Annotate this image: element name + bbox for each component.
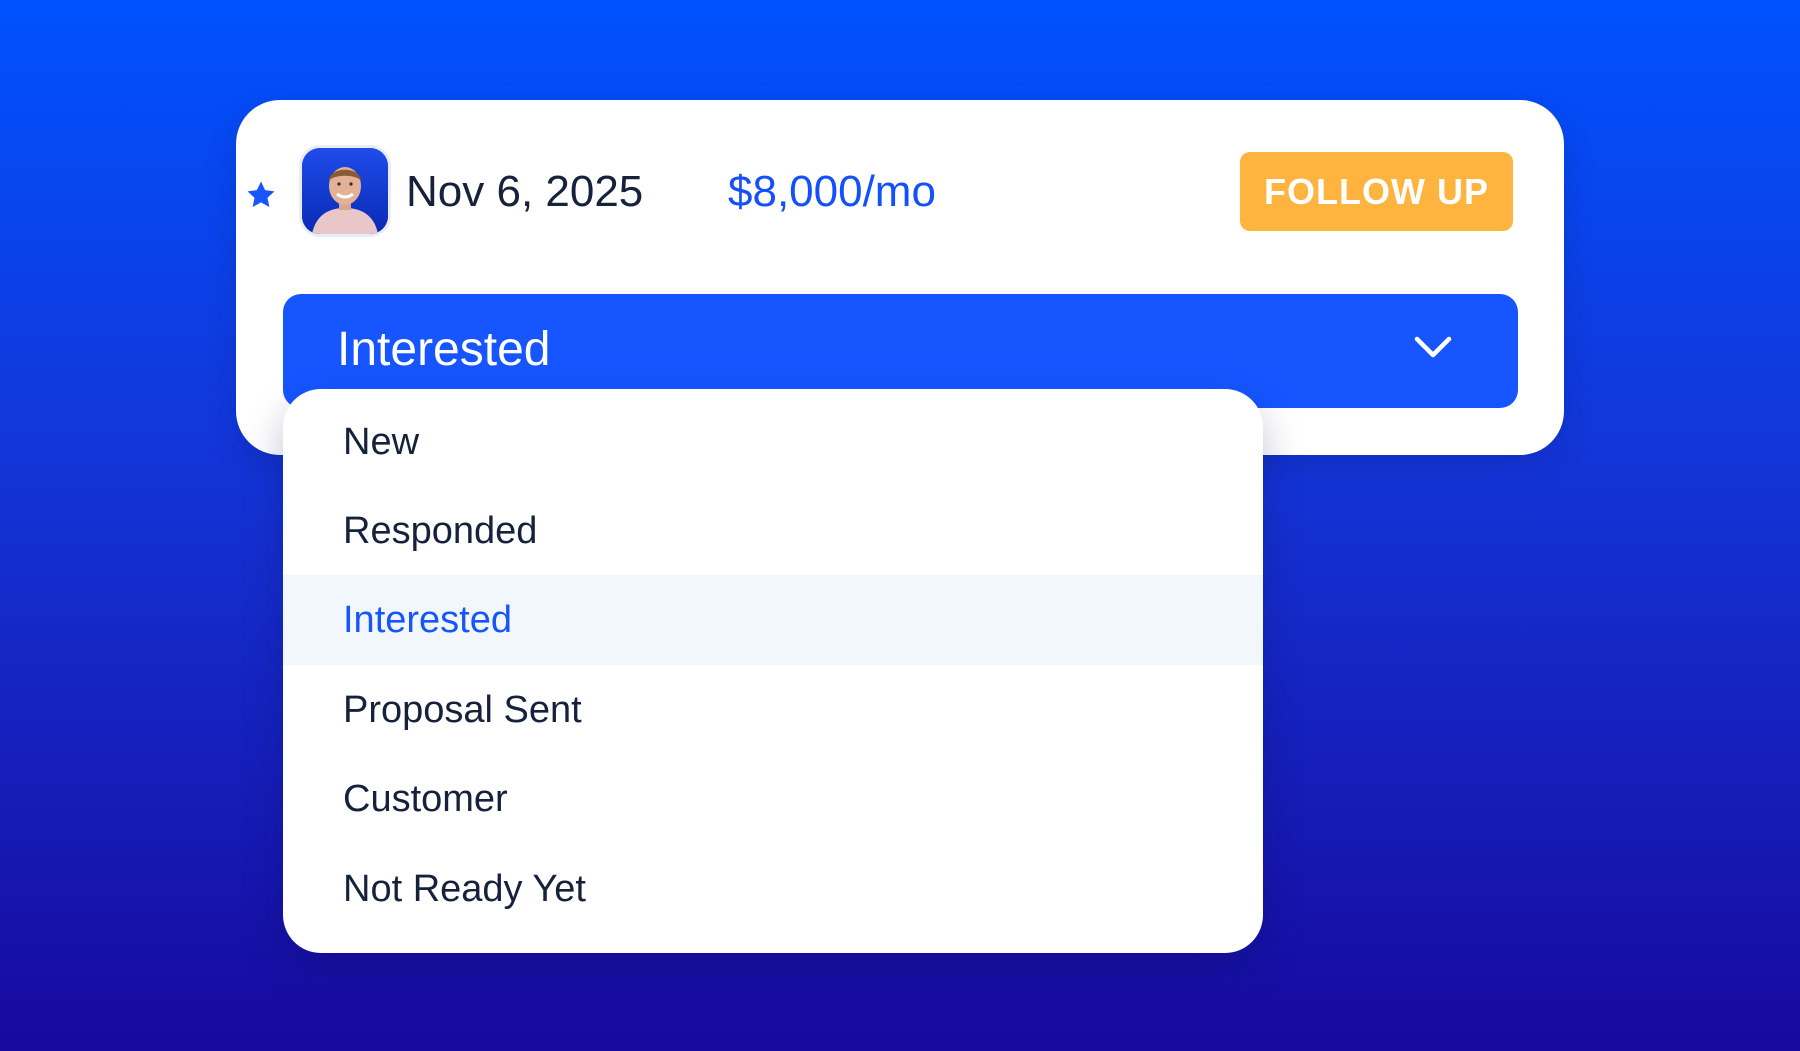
- status-option-not-ready-yet[interactable]: Not Ready Yet: [283, 844, 1263, 934]
- status-dropdown-menu: New Responded Interested Proposal Sent C…: [283, 389, 1263, 953]
- option-label: Not Ready Yet: [343, 868, 586, 910]
- status-select-value: Interested: [337, 323, 551, 376]
- status-option-new[interactable]: New: [283, 397, 1263, 487]
- option-label: Responded: [343, 510, 538, 552]
- status-option-customer[interactable]: Customer: [283, 754, 1263, 844]
- status-option-proposal-sent[interactable]: Proposal Sent: [283, 665, 1263, 755]
- option-label: New: [343, 421, 420, 463]
- lead-price: $8,000/mo: [728, 167, 936, 216]
- chevron-down-icon: [1414, 336, 1452, 358]
- avatar: [302, 148, 388, 234]
- status-option-responded[interactable]: Responded: [283, 486, 1263, 576]
- status-option-interested[interactable]: Interested: [283, 575, 1263, 665]
- follow-up-label: FOLLOW UP: [1264, 170, 1489, 212]
- option-label: Proposal Sent: [343, 689, 582, 731]
- option-label: Interested: [343, 599, 512, 641]
- star-icon[interactable]: [244, 178, 278, 212]
- option-label: Customer: [343, 778, 508, 820]
- lead-date: Nov 6, 2025: [406, 167, 644, 216]
- follow-up-button[interactable]: FOLLOW UP: [1240, 152, 1513, 231]
